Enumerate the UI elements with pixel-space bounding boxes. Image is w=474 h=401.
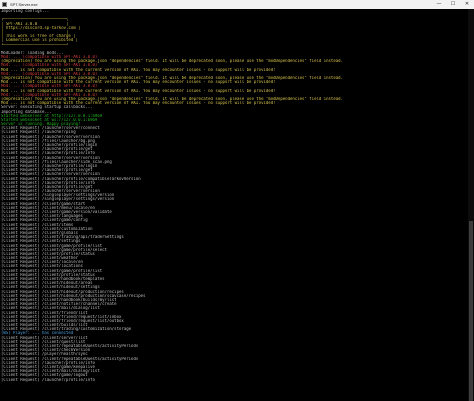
window-title-bar[interactable]: SPT.Server.exe — ☐ ✕ [0, 0, 474, 9]
close-button[interactable]: ✕ [460, 0, 474, 9]
console-line: [Client Request] /launcher/profile/info [1, 377, 95, 382]
console-icon [2, 2, 7, 7]
maximize-button[interactable]: ☐ [446, 0, 460, 9]
window-title: SPT.Server.exe [10, 2, 38, 7]
console-scrollbar[interactable] [468, 9, 474, 401]
window-controls: — ☐ ✕ [432, 0, 474, 9]
console-output[interactable]: Importing configs... ┌───────────────────… [1, 9, 467, 401]
minimize-button[interactable]: — [432, 0, 446, 9]
scrollbar-thumb[interactable] [469, 221, 473, 401]
